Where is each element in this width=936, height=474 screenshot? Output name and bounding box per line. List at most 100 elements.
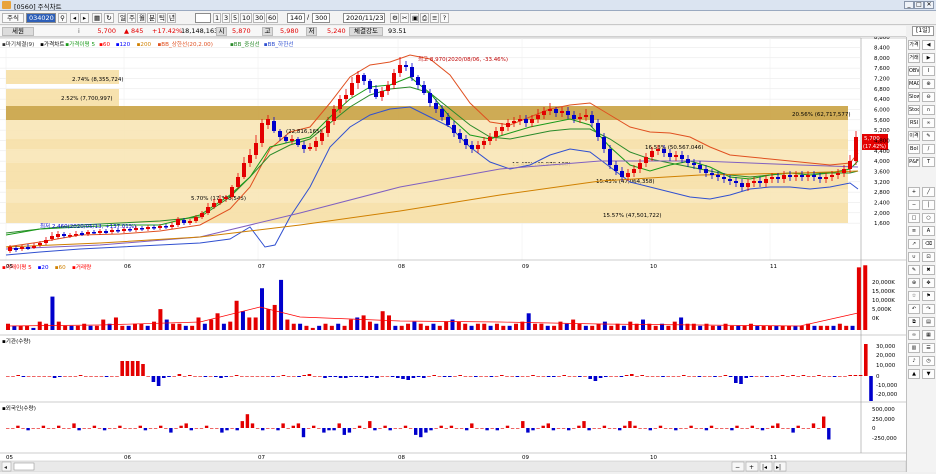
side-tool-vline-icon[interactable]: │ bbox=[922, 200, 935, 210]
reload-icon[interactable]: ↻ bbox=[104, 13, 114, 23]
side-tool-fibo-icon[interactable]: ≡ bbox=[908, 226, 920, 236]
side-tool-text-icon[interactable]: A bbox=[922, 226, 935, 236]
volume-bar bbox=[437, 325, 442, 330]
period-week-button[interactable]: 주 bbox=[127, 13, 136, 23]
prev-icon[interactable]: ◂ bbox=[70, 13, 79, 23]
side-button-5b[interactable]: ∩ bbox=[922, 105, 935, 115]
side-tool-flag-icon[interactable]: ⚑ bbox=[922, 291, 935, 301]
chart-area[interactable]: 2.74% (8,355,724) 2.52% (7,700,997) 20.56%… bbox=[0, 35, 907, 473]
side-button-1a[interactable]: 거래이평 bbox=[908, 53, 920, 63]
side-tool-paste-icon[interactable]: ▤ bbox=[922, 317, 935, 327]
table-icon[interactable]: ≡ bbox=[430, 13, 439, 23]
code-input[interactable]: 034020 bbox=[26, 13, 56, 23]
side-tool-star-icon[interactable]: ☆ bbox=[908, 291, 920, 301]
side-tool-trash-icon[interactable]: ✖ bbox=[922, 265, 935, 275]
side-tool-pen-icon[interactable]: ✎ bbox=[908, 265, 920, 275]
interval-10-button[interactable]: 10 bbox=[240, 13, 252, 23]
side-tool-line-icon[interactable]: ╱ bbox=[922, 187, 935, 197]
side-tool-list-icon[interactable]: ☰ bbox=[922, 343, 935, 353]
period-year-button[interactable]: 년 bbox=[167, 13, 176, 23]
institution-bar bbox=[99, 376, 104, 377]
interval-1-button[interactable]: 1 bbox=[213, 13, 221, 23]
side-tool-clock-icon[interactable]: ◷ bbox=[922, 356, 935, 366]
side-tool-circle-icon[interactable]: ○ bbox=[922, 213, 935, 223]
period-tick-button[interactable]: 틱 bbox=[157, 13, 166, 23]
print-icon[interactable]: ⎙ bbox=[420, 13, 429, 23]
side-button-6a[interactable]: RSI bbox=[908, 118, 920, 128]
side-button-3a[interactable]: MACD bbox=[908, 79, 920, 89]
chart-canvas[interactable]: 2.74% (8,355,724) 2.52% (7,700,997) 20.56%… bbox=[0, 35, 907, 473]
max-count-input[interactable]: 300 bbox=[312, 13, 330, 23]
side-tool-zoom-icon[interactable]: ⊕ bbox=[908, 278, 920, 288]
scroll-thumb[interactable] bbox=[13, 462, 35, 471]
institution-bar bbox=[240, 376, 244, 377]
side-button-1b[interactable]: ▶ bbox=[922, 53, 935, 63]
side-button-7a[interactable]: 이격도 bbox=[908, 131, 920, 141]
interval-3-button[interactable]: 3 bbox=[222, 13, 230, 23]
side-tool-down-icon[interactable]: ▼ bbox=[922, 369, 935, 379]
maximize-button[interactable]: □ bbox=[914, 1, 924, 9]
side-tool-chart-icon[interactable]: ▥ bbox=[908, 343, 920, 353]
institution-bar bbox=[484, 376, 488, 377]
side-button-9a[interactable]: P&F bbox=[908, 157, 920, 167]
candle-body bbox=[464, 139, 468, 145]
settings-icon[interactable]: ⚙ bbox=[390, 13, 399, 23]
market-select[interactable]: 주식 bbox=[2, 13, 24, 23]
grid-icon[interactable]: ▦ bbox=[92, 13, 102, 23]
side-button-4a[interactable]: Slow%K bbox=[908, 92, 920, 102]
side-tool-magnet-icon[interactable]: ∪ bbox=[908, 252, 920, 262]
side-button-4b[interactable]: ⊖ bbox=[922, 92, 935, 102]
tools-icon[interactable]: ✂ bbox=[400, 13, 409, 23]
institution-bar bbox=[442, 376, 447, 377]
side-tool-copy-icon[interactable]: ⧉ bbox=[908, 317, 920, 327]
side-tool-grid-icon[interactable]: ▦ bbox=[922, 330, 935, 340]
side-tool-pan-icon[interactable]: ✥ bbox=[922, 278, 935, 288]
period-day-button[interactable]: 일 bbox=[118, 13, 126, 23]
close-button[interactable]: ✕ bbox=[924, 1, 934, 9]
search-icon[interactable]: ⚲ bbox=[58, 13, 67, 23]
side-button-3b[interactable]: ⊕ bbox=[922, 79, 935, 89]
side-tool-lock-icon[interactable]: ⊡ bbox=[922, 252, 935, 262]
side-button-9b[interactable]: T bbox=[922, 157, 935, 167]
side-tool-arrow-icon[interactable]: ↗ bbox=[908, 239, 920, 249]
side-button-8a[interactable]: Bol Band bbox=[908, 144, 920, 154]
side-tool-hline-icon[interactable]: ─ bbox=[908, 200, 920, 210]
foreign-bar bbox=[6, 428, 10, 429]
next-icon[interactable]: ▸ bbox=[80, 13, 89, 23]
volume-bar bbox=[120, 325, 125, 330]
chart-scrollbar[interactable]: ◂ − + |◂ ▸| bbox=[0, 460, 907, 473]
minimize-button[interactable]: _ bbox=[904, 1, 914, 9]
interval-input[interactable] bbox=[195, 13, 211, 23]
side-button-5a[interactable]: Stoc bbox=[908, 105, 920, 115]
quote-bar: 세원 i 5,700 ▲ 845 +17.42% 18,148,163 시 5,… bbox=[0, 26, 906, 37]
interval-30-button[interactable]: 30 bbox=[253, 13, 265, 23]
side-tool-redo-icon[interactable]: ↷ bbox=[922, 304, 935, 314]
help-icon[interactable]: ? bbox=[440, 13, 449, 23]
foreign-bar bbox=[607, 428, 612, 429]
side-tool-undo-icon[interactable]: ↶ bbox=[908, 304, 920, 314]
save-icon[interactable]: ▣ bbox=[410, 13, 419, 23]
side-tool-cross-icon[interactable]: + bbox=[908, 187, 920, 197]
side-tool-link-icon[interactable]: ∞ bbox=[908, 330, 920, 340]
interval-5-button[interactable]: 5 bbox=[231, 13, 239, 23]
side-button-0a[interactable]: 가격이평 bbox=[908, 40, 920, 50]
side-button-8b[interactable]: / bbox=[922, 144, 935, 154]
side-tool-up-icon[interactable]: ▲ bbox=[908, 369, 920, 379]
interval-60-button[interactable]: 60 bbox=[266, 13, 278, 23]
volume-bar bbox=[374, 323, 379, 330]
count-input[interactable]: 140 bbox=[287, 13, 305, 23]
side-tool-eraser-icon[interactable]: ⌫ bbox=[922, 239, 935, 249]
candle-body bbox=[170, 225, 174, 227]
side-tool-rect-icon[interactable]: □ bbox=[908, 213, 920, 223]
side-button-2b[interactable]: I bbox=[922, 66, 935, 76]
side-button-2a[interactable]: OBV bbox=[908, 66, 920, 76]
side-button-6b[interactable]: ∞ bbox=[922, 118, 935, 128]
side-button-7b[interactable]: ✎ bbox=[922, 131, 935, 141]
period-minute-button[interactable]: 분 bbox=[147, 13, 156, 23]
price-tick-label: 1,600 bbox=[874, 221, 890, 227]
date-input[interactable]: 2020/11/23 bbox=[343, 13, 385, 23]
period-month-button[interactable]: 월 bbox=[137, 13, 146, 23]
side-tool-bell-icon[interactable]: ♪ bbox=[908, 356, 920, 366]
stock-name[interactable]: 세원 bbox=[2, 27, 34, 36]
side-button-0b[interactable]: ◀ bbox=[922, 40, 935, 50]
